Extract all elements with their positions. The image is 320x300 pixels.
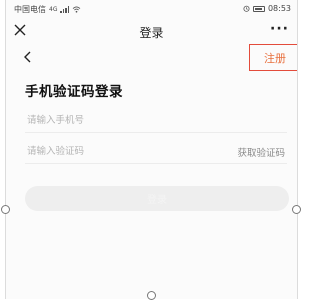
- register-button[interactable]: 注册: [249, 44, 297, 71]
- battery-icon: [252, 5, 265, 12]
- register-label: 注册: [264, 51, 286, 65]
- wifi-icon: [73, 6, 81, 13]
- code-placeholder: 请输入验证码: [27, 146, 85, 157]
- alarm-icon: [243, 5, 250, 12]
- phone-placeholder: 请输入手机号: [27, 115, 85, 126]
- phone-input[interactable]: 请输入手机号: [25, 106, 287, 133]
- page-header-title: 登录: [139, 26, 164, 40]
- signal-icon: [60, 6, 70, 13]
- login-button-label: 登录: [147, 195, 167, 206]
- resize-handle-right[interactable]: [292, 205, 301, 214]
- login-heading: 手机验证码登录: [25, 84, 123, 100]
- more-icon[interactable]: ···: [270, 22, 289, 36]
- back-arrow-icon[interactable]: [22, 50, 34, 64]
- carrier-label: 中国电信: [14, 5, 46, 14]
- resize-handle-left[interactable]: [1, 205, 10, 214]
- status-bar: 中国电信 4G 08:53: [6, 0, 297, 17]
- login-button[interactable]: 登录: [25, 186, 289, 211]
- network-label: 4G: [49, 6, 58, 13]
- phone-screen: 中国电信 4G 08:53 登录 ··· 注册 手机验证码登录 请输入手机号 请…: [5, 0, 298, 299]
- get-code-button[interactable]: 获取验证码: [237, 145, 285, 159]
- title-bar: 登录 ···: [6, 17, 297, 45]
- clock: 08:53: [267, 4, 291, 13]
- code-input[interactable]: 请输入验证码 获取验证码: [25, 137, 287, 164]
